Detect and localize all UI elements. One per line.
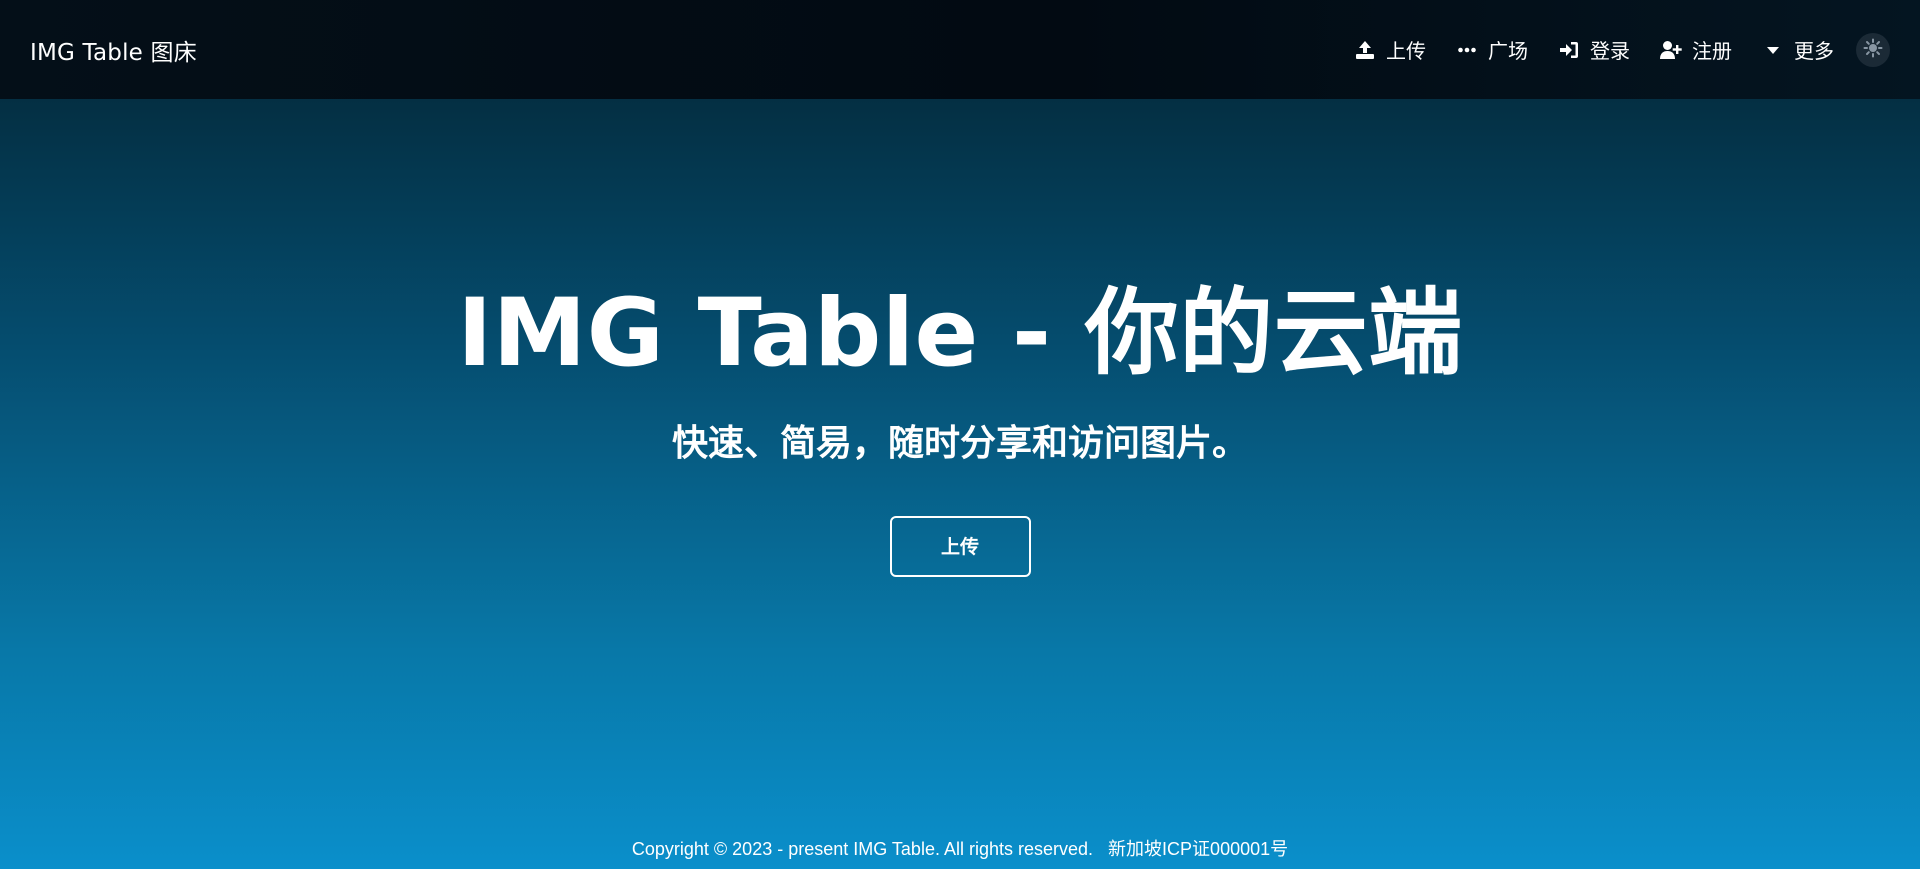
upload-icon: [1354, 39, 1376, 61]
sun-icon: [1863, 38, 1883, 62]
nav-more-label: 更多: [1794, 39, 1834, 63]
nav-gallery-label: 广场: [1488, 39, 1528, 63]
theme-toggle-button[interactable]: [1856, 32, 1890, 67]
copyright-text: Copyright © 2023 - present IMG Table. Al…: [631, 839, 1094, 859]
hero-title: IMG Table - 你的云端: [457, 279, 1463, 388]
nav-gallery[interactable]: 广场: [1456, 35, 1528, 64]
footer: Copyright © 2023 - present IMG Table. Al…: [0, 829, 1920, 869]
sign-in-icon: [1558, 39, 1580, 61]
nav-upload[interactable]: 上传: [1354, 35, 1426, 64]
nav-register[interactable]: 注册: [1660, 35, 1732, 64]
icp-link[interactable]: 新加坡ICP证000001号: [1108, 839, 1288, 859]
nav-login-label: 登录: [1590, 39, 1630, 63]
hero-upload-button[interactable]: 上传: [889, 516, 1031, 577]
brand-logo[interactable]: IMG Table 图床: [30, 33, 197, 67]
navbar: IMG Table 图床 上传 广场 登录 注册 更多: [0, 0, 1920, 99]
nav-login[interactable]: 登录: [1558, 35, 1630, 64]
caret-down-icon: [1762, 39, 1784, 61]
hero-subtitle: 快速、简易，随时分享和访问图片。: [671, 423, 1248, 464]
nav-more-dropdown[interactable]: 更多: [1762, 35, 1834, 64]
nav-register-label: 注册: [1692, 39, 1732, 63]
user-plus-icon: [1660, 39, 1682, 61]
ellipsis-icon: [1456, 39, 1478, 61]
nav-upload-label: 上传: [1386, 39, 1426, 63]
nav-menu: 上传 广场 登录 注册 更多: [1324, 32, 1890, 67]
hero-section: IMG Table - 你的云端 快速、简易，随时分享和访问图片。 上传: [0, 270, 1920, 577]
